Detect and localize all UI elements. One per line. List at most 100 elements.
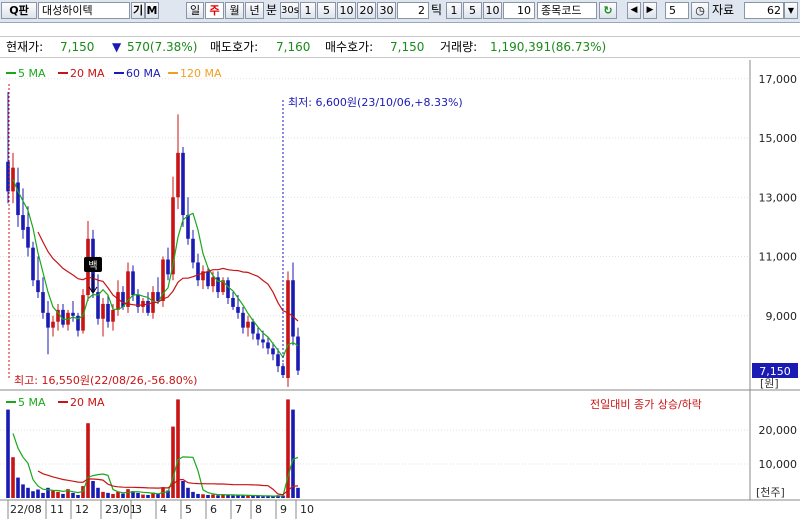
stock-name-field[interactable]: 대성하이텍 bbox=[38, 2, 130, 19]
candle-body bbox=[246, 321, 250, 328]
volume-bar bbox=[121, 493, 125, 498]
volume-bar bbox=[61, 493, 65, 498]
candle-body bbox=[266, 342, 270, 349]
period-20m-button[interactable]: 20 bbox=[357, 2, 376, 19]
volume-bar bbox=[201, 494, 205, 498]
date-tick-label: 23/01 bbox=[105, 503, 137, 516]
minute-input[interactable]: 2 bbox=[397, 2, 429, 19]
candle-body bbox=[291, 280, 295, 337]
stock-code-input[interactable]: 종목코드 bbox=[537, 2, 597, 19]
chevron-down-icon[interactable]: ▼ bbox=[784, 2, 798, 19]
step-input[interactable]: 5 bbox=[665, 2, 689, 19]
stock-chart[interactable]: 17,000 15,000 13,000 11,000 9,000 20,000 10,0… bbox=[0, 60, 800, 519]
volume-bar bbox=[136, 492, 140, 498]
candle-body bbox=[31, 247, 35, 281]
volume-bar bbox=[116, 491, 120, 498]
volume-bar bbox=[156, 493, 160, 498]
price-tick-label: 9,000 bbox=[766, 310, 798, 323]
price-tick-label: 11,000 bbox=[759, 251, 798, 264]
candle-body bbox=[21, 215, 25, 230]
candle-body bbox=[191, 238, 195, 263]
ask-price-label: 매도호가: bbox=[210, 40, 259, 54]
price-tick-label: 15,000 bbox=[759, 132, 798, 145]
candle-body bbox=[181, 152, 185, 216]
candle-body bbox=[241, 312, 245, 328]
legend-120ma: 120 MA bbox=[180, 67, 222, 80]
period-30s-button[interactable]: 30s bbox=[280, 2, 299, 19]
candle-body bbox=[36, 280, 40, 293]
volume-bar bbox=[31, 491, 35, 498]
volume-bar bbox=[256, 495, 260, 498]
volume-bar bbox=[26, 487, 30, 498]
candle-body bbox=[186, 215, 190, 239]
volume-bar bbox=[251, 495, 255, 498]
volume-bar bbox=[36, 489, 40, 498]
legend-60ma: 60 MA bbox=[126, 67, 161, 80]
date-tick-label: 4 bbox=[160, 503, 167, 516]
chart-background bbox=[0, 60, 800, 519]
candle-body bbox=[256, 333, 260, 340]
data-count-select[interactable]: 62 bbox=[744, 2, 784, 19]
current-price-label: 현재가: bbox=[6, 40, 44, 54]
date-tick-label: 9 bbox=[280, 503, 287, 516]
period-1m-button[interactable]: 1 bbox=[300, 2, 316, 19]
candle-body bbox=[231, 298, 235, 307]
candle-body bbox=[146, 300, 150, 313]
period-week-button[interactable]: 주 bbox=[205, 2, 224, 19]
volume-bar bbox=[111, 493, 115, 498]
legend-20ma: 20 MA bbox=[70, 67, 105, 80]
volume-bar bbox=[146, 494, 150, 498]
tick-input[interactable]: 10 bbox=[503, 2, 535, 19]
legend-5ma: 5 MA bbox=[18, 67, 46, 80]
high-annotation: 최고: 16,550원(22/08/26,-56.80%) bbox=[14, 374, 197, 387]
tick-10-button[interactable]: 10 bbox=[483, 2, 502, 19]
candle-body bbox=[116, 292, 120, 310]
volume-bar bbox=[176, 399, 180, 498]
vol-legend-20ma: 20 MA bbox=[70, 396, 105, 409]
volume-bar bbox=[206, 494, 210, 498]
volume-bar bbox=[21, 484, 25, 498]
period-day-button[interactable]: 일 bbox=[186, 2, 204, 19]
volume-bar bbox=[91, 481, 95, 498]
period-30m-button[interactable]: 30 bbox=[377, 2, 396, 19]
legend-swatch bbox=[6, 72, 16, 74]
bid-price-label: 매수호가: bbox=[325, 40, 374, 54]
volume-value: 1,190,391(86.73%) bbox=[490, 40, 607, 54]
minute-label: 분 bbox=[266, 3, 278, 17]
period-5m-button[interactable]: 5 bbox=[317, 2, 336, 19]
refresh-icon[interactable]: ↻ bbox=[599, 2, 617, 19]
volume-bar bbox=[196, 493, 200, 498]
next-arrow-icon[interactable]: ▶ bbox=[643, 2, 657, 19]
period-year-button[interactable]: 년 bbox=[245, 2, 264, 19]
m-button[interactable]: M bbox=[145, 2, 159, 19]
volume-label: 거래량: bbox=[440, 40, 478, 54]
clock-icon[interactable]: ◷ bbox=[691, 2, 709, 19]
volume-bar bbox=[216, 495, 220, 498]
current-price-value: 7,150 bbox=[60, 40, 95, 54]
date-tick-label: 7 bbox=[235, 503, 242, 516]
volume-bar bbox=[41, 492, 45, 498]
volume-bar bbox=[56, 491, 60, 498]
volume-bar bbox=[101, 491, 105, 498]
candle-body bbox=[71, 312, 75, 316]
quote-info-bar: 현재가: 7,150 ▼ 570(7.38%) 매도호가: 7,160 매수호가… bbox=[0, 36, 800, 58]
candle-body bbox=[206, 271, 210, 287]
candle-body bbox=[236, 306, 240, 313]
change-value: 570(7.38%) bbox=[127, 40, 198, 54]
date-tick-label: 6 bbox=[210, 503, 217, 516]
period-month-button[interactable]: 월 bbox=[225, 2, 244, 19]
candle-body bbox=[106, 303, 110, 322]
prev-arrow-icon[interactable]: ◀ bbox=[627, 2, 641, 19]
search-button[interactable]: Q판 bbox=[1, 2, 37, 19]
gi-button[interactable]: 기 bbox=[131, 2, 145, 19]
candle-body bbox=[196, 262, 200, 281]
tick-1-button[interactable]: 1 bbox=[446, 2, 462, 19]
data-count-label: 자료 bbox=[712, 3, 735, 17]
volume-bar bbox=[126, 489, 130, 498]
candle-body bbox=[251, 321, 255, 334]
volume-bar bbox=[231, 495, 235, 498]
legend-swatch bbox=[58, 72, 68, 74]
tick-5-button[interactable]: 5 bbox=[463, 2, 482, 19]
candle-body bbox=[211, 277, 215, 287]
period-10m-button[interactable]: 10 bbox=[337, 2, 356, 19]
